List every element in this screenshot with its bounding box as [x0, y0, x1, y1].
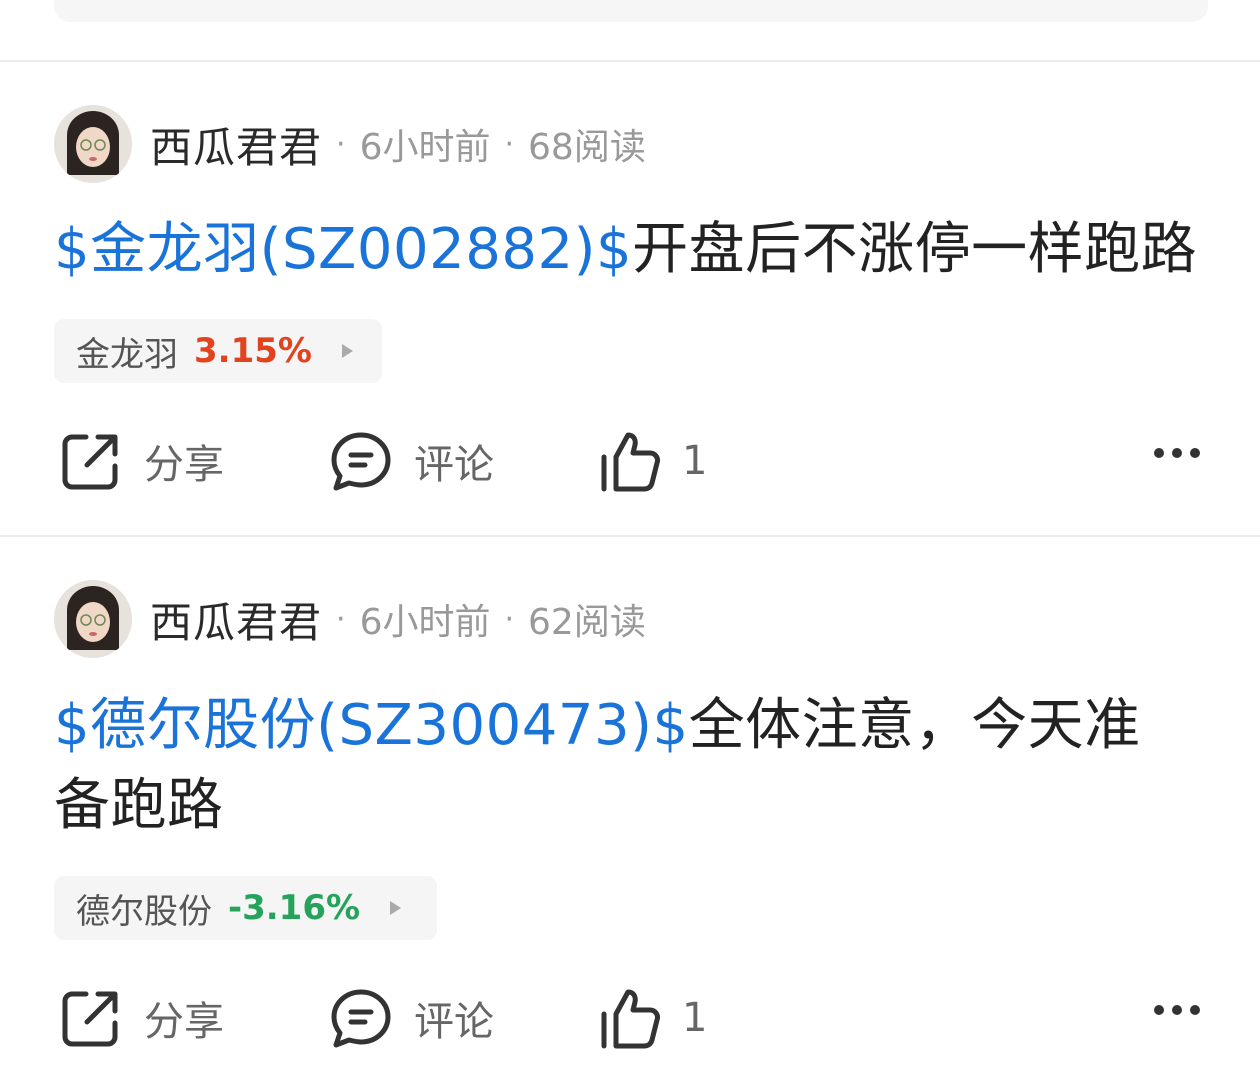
- meta-separator: ·: [504, 601, 515, 637]
- post-time: 6小时前: [359, 602, 491, 643]
- post-time: 6小时前: [359, 127, 491, 168]
- read-count: 62阅读: [528, 602, 646, 643]
- author-row: 西瓜君君 · 6小时前 · 68阅读: [54, 104, 646, 184]
- previous-post-card: [54, 0, 1208, 22]
- chip-stock-name: 金龙羽: [76, 334, 178, 375]
- comment-label: 评论: [414, 999, 494, 1045]
- action-bar: 分享 评论 1: [0, 983, 1260, 1053]
- action-bar: 分享 评论 1: [0, 426, 1260, 496]
- post-content[interactable]: $金龙羽(SZ002882)$开盘后不涨停一样跑路: [54, 210, 1204, 290]
- comment-icon: [331, 989, 391, 1048]
- share-label: 分享: [144, 999, 224, 1045]
- like-button[interactable]: 1: [598, 983, 707, 1053]
- post-text: 开盘后不涨停一样跑路: [632, 217, 1198, 282]
- comment-icon: [331, 432, 391, 491]
- meta-separator: ·: [336, 601, 346, 637]
- share-label: 分享: [144, 442, 224, 488]
- avatar[interactable]: [54, 580, 132, 658]
- comment-button[interactable]: 评论: [330, 983, 494, 1053]
- share-button[interactable]: 分享: [60, 426, 224, 496]
- chip-change: 3.15%: [194, 331, 312, 371]
- stock-link[interactable]: $德尔股份(SZ300473)$: [54, 693, 689, 758]
- read-count: 68阅读: [528, 127, 646, 168]
- chip-change: -3.16%: [228, 888, 361, 928]
- share-icon: [62, 434, 118, 490]
- post-content[interactable]: $德尔股份(SZ300473)$全体注意，今天准备跑路: [54, 686, 1174, 846]
- meta-separator: ·: [336, 126, 346, 162]
- divider: [0, 60, 1260, 62]
- comment-button[interactable]: 评论: [330, 426, 494, 496]
- stock-link[interactable]: $金龙羽(SZ002882)$: [54, 217, 632, 282]
- thumbs-up-icon: [601, 432, 660, 492]
- stock-chip[interactable]: 德尔股份 -3.16%: [54, 876, 437, 940]
- chevron-right-icon: [341, 344, 353, 358]
- share-button[interactable]: 分享: [60, 983, 224, 1053]
- comment-label: 评论: [414, 442, 494, 488]
- more-icon[interactable]: [1154, 448, 1200, 458]
- author-name[interactable]: 西瓜君君: [150, 589, 322, 650]
- meta-separator: ·: [504, 126, 515, 162]
- stock-chip[interactable]: 金龙羽 3.15%: [54, 319, 382, 383]
- like-button[interactable]: 1: [598, 426, 707, 496]
- author-row: 西瓜君君 · 6小时前 · 62阅读: [54, 579, 646, 659]
- divider: [0, 535, 1260, 537]
- share-icon: [62, 991, 118, 1047]
- like-count: 1: [682, 995, 708, 1041]
- chip-stock-name: 德尔股份: [76, 891, 212, 932]
- avatar[interactable]: [54, 105, 132, 183]
- thumbs-up-icon: [601, 989, 660, 1049]
- more-icon[interactable]: [1154, 1005, 1200, 1015]
- like-count: 1: [682, 438, 708, 484]
- chevron-right-icon: [390, 901, 402, 915]
- author-name[interactable]: 西瓜君君: [150, 114, 322, 175]
